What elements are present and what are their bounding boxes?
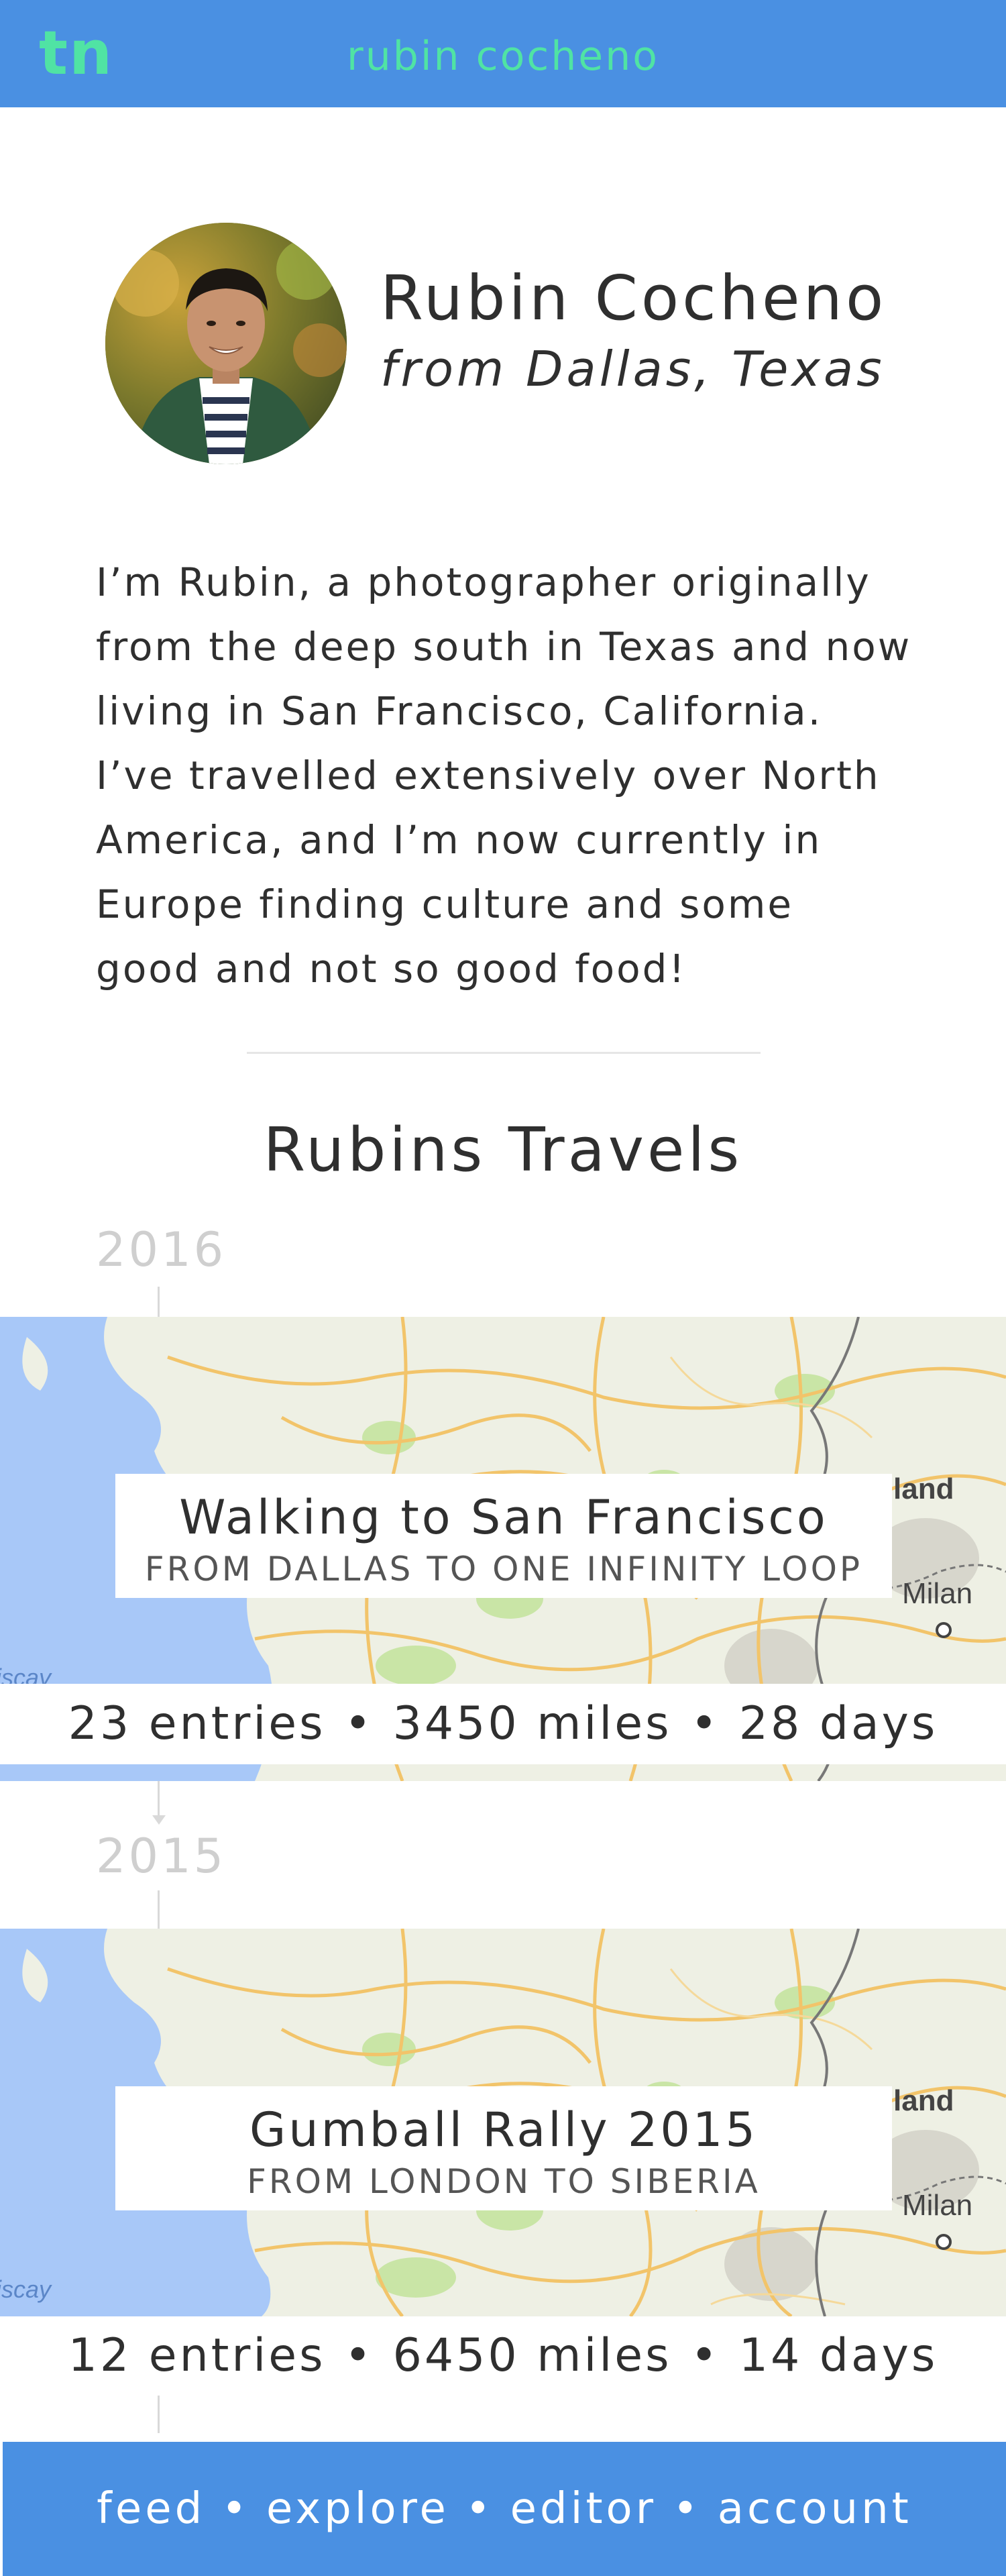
separator-dot: •: [465, 2484, 494, 2534]
bio-line: from the deep south in Texas and now: [96, 624, 912, 669]
trip-days: 14 days: [738, 2329, 938, 2382]
trip-subtitle: FROM DALLAS TO ONE INFINITY LOOP: [144, 1550, 863, 1589]
trip-year: 2016: [96, 1222, 227, 1277]
bottom-nav: feed • explore • editor • account: [3, 2482, 1006, 2536]
top-bar: tn rubin cocheno: [0, 0, 1006, 107]
timeline-connector: [158, 1781, 160, 1818]
separator-dot: •: [344, 2329, 374, 2382]
nav-account[interactable]: account: [718, 2484, 912, 2534]
profile-name: Rubin Cocheno: [380, 262, 887, 334]
bio-line: I’m Rubin, a photographer originally: [96, 559, 871, 605]
map-label: land: [893, 1472, 954, 1505]
section-divider: [247, 1052, 761, 1054]
map-label: Biscay: [0, 2275, 52, 2303]
separator-dot: •: [690, 2329, 720, 2382]
trip-title: Walking to San Francisco: [179, 1490, 828, 1545]
timeline-arrow-icon: [152, 1815, 166, 1825]
page-title: rubin cocheno: [347, 33, 659, 80]
timeline-connector: [158, 2396, 160, 2433]
map-label: land: [893, 2084, 954, 2117]
separator-dot: •: [344, 1697, 374, 1750]
map-label: Milan: [902, 1577, 973, 1610]
trip-card[interactable]: Walking to San Francisco FROM DALLAS TO …: [115, 1474, 892, 1598]
trip-days: 28 days: [738, 1697, 938, 1750]
bio-line: Europe finding culture and some: [96, 881, 794, 927]
trip-stats: 12 entries • 6450 miles • 14 days: [0, 2316, 1006, 2396]
bio-line: America, and I’m now currently in: [96, 817, 822, 863]
separator-dot: •: [690, 1697, 720, 1750]
profile-bio: I’m Rubin, a photographer originally fro…: [96, 550, 981, 1001]
nav-editor[interactable]: editor: [510, 2484, 657, 2534]
trip-subtitle: FROM LONDON TO SIBERIA: [247, 2162, 761, 2201]
trip-entries: 12 entries: [68, 2329, 326, 2382]
bio-line: living in San Francisco, California.: [96, 688, 823, 734]
nav-explore[interactable]: explore: [266, 2484, 449, 2534]
trip-miles: 6450 miles: [392, 2329, 672, 2382]
bio-line: good and not so good food!: [96, 946, 687, 991]
trip-card[interactable]: Gumball Rally 2015 FROM LONDON TO SIBERI…: [115, 2086, 892, 2210]
profile-location: from Dallas, Texas: [380, 341, 885, 397]
timeline-connector: [158, 1287, 160, 1318]
trip-miles: 3450 miles: [392, 1697, 672, 1750]
trip-year: 2015: [96, 1829, 227, 1884]
separator-dot: •: [673, 2484, 702, 2534]
bio-line: I’ve travelled extensively over North: [96, 753, 881, 798]
trip-title: Gumball Rally 2015: [249, 2102, 758, 2157]
timeline-connector: [158, 1890, 160, 1929]
travels-title: Rubins Travels: [263, 1115, 743, 1185]
trip-stats: 23 entries • 3450 miles • 28 days: [0, 1684, 1006, 1764]
trip-entries: 23 entries: [68, 1697, 326, 1750]
bottom-nav-bar: feed • explore • editor • account: [3, 2442, 1006, 2576]
map-label: Milan: [902, 2189, 973, 2222]
avatar: [105, 223, 347, 464]
nav-feed[interactable]: feed: [97, 2484, 205, 2534]
separator-dot: •: [221, 2484, 250, 2534]
